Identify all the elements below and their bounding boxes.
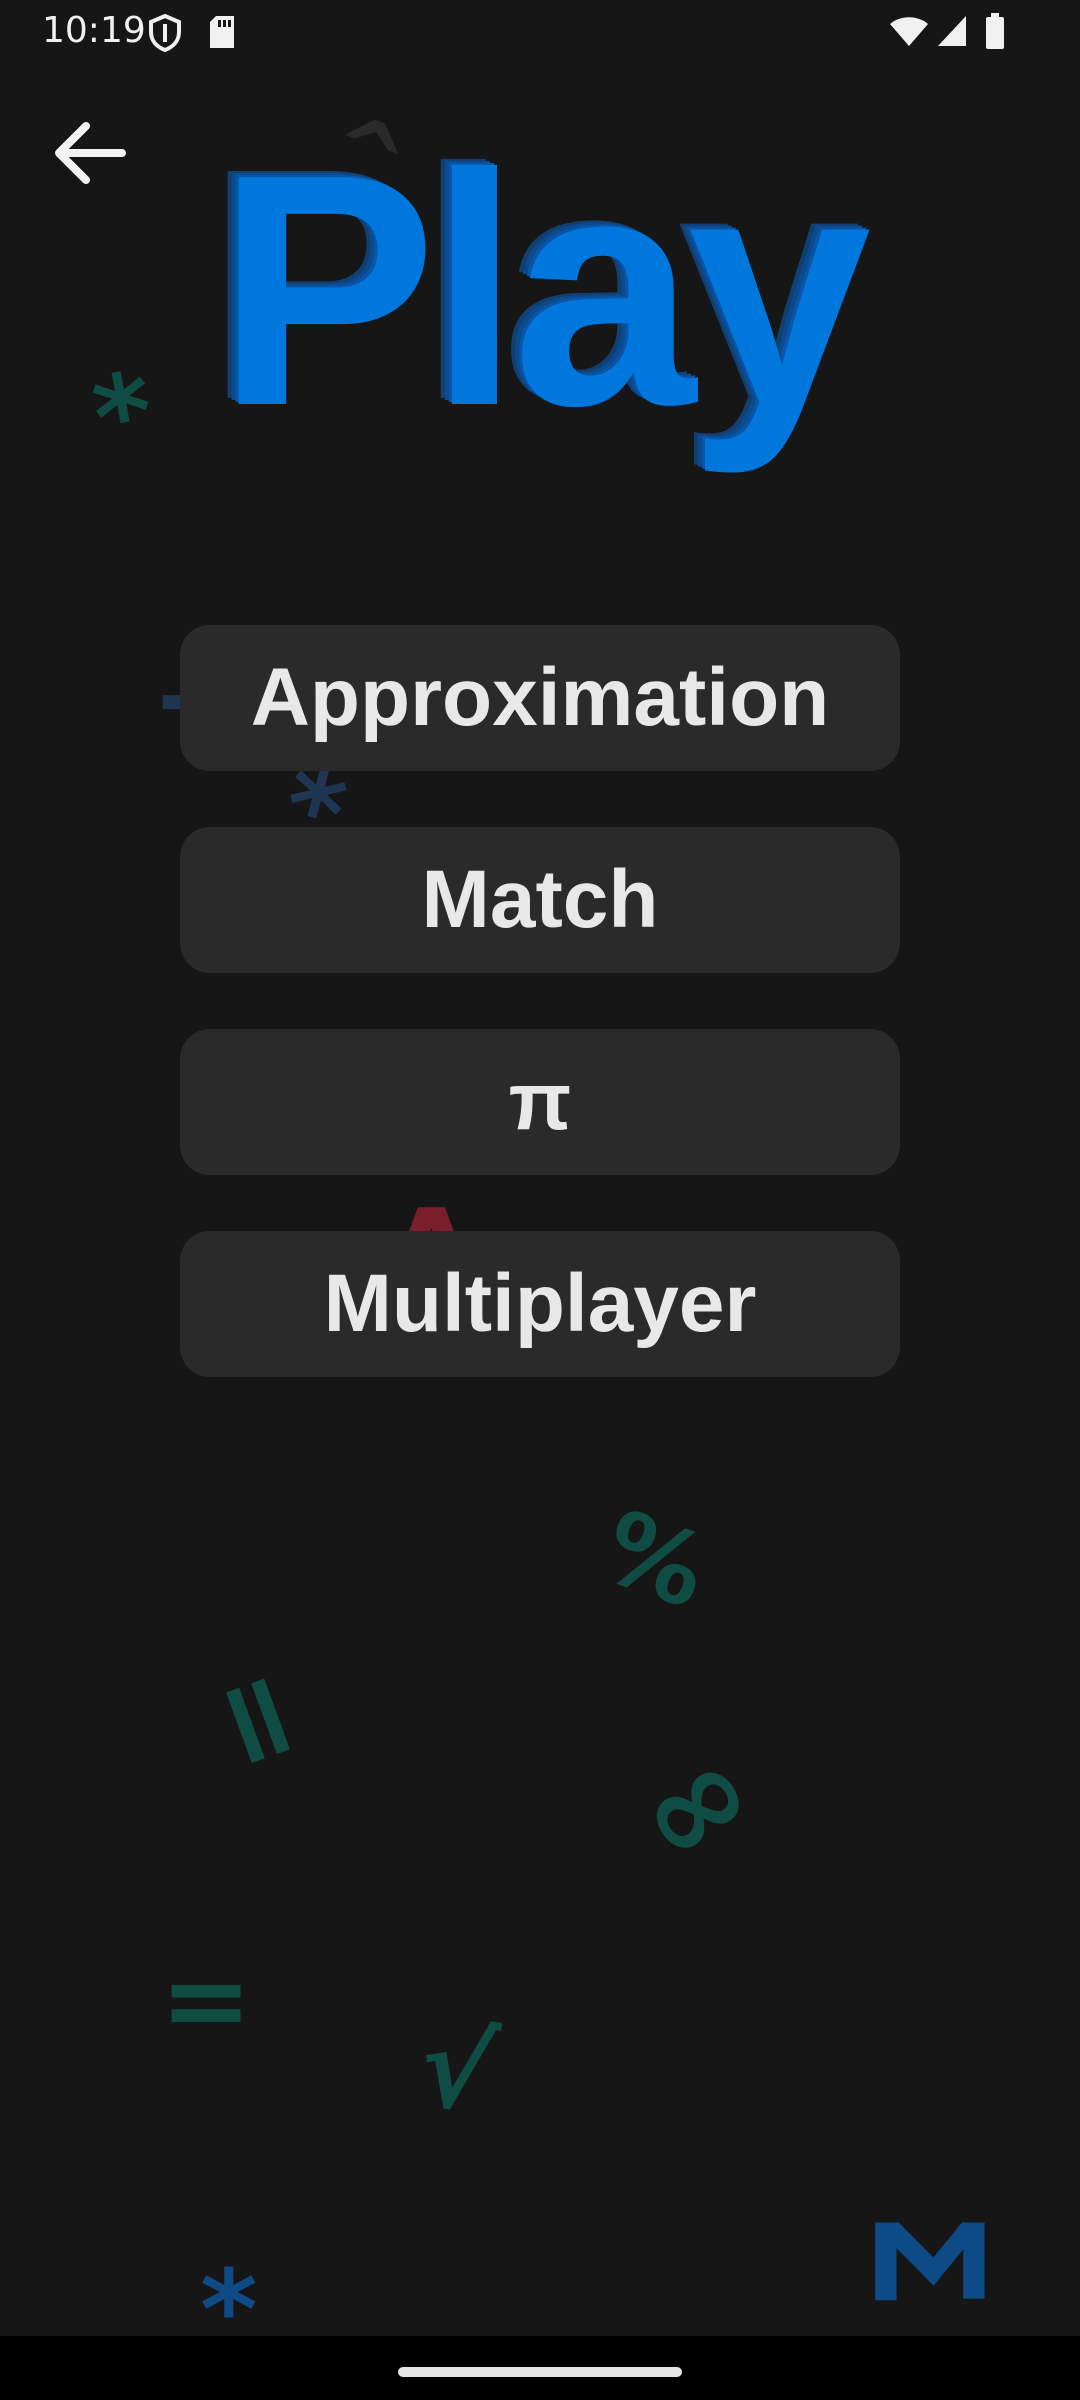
bg-symbol-sigma: Σ <box>839 2208 1014 2312</box>
page-title: Play <box>216 105 872 474</box>
bg-symbol-equals-3: = <box>160 1936 253 2064</box>
bg-symbol-equals-2: = <box>178 1648 344 1791</box>
bg-symbol-root: √ <box>409 2000 504 2140</box>
bg-symbol-infinity: ∞ <box>606 1711 783 1899</box>
status-time: 10:19 <box>42 10 146 51</box>
game-mode-menu: Approximation Match π Multiplayer <box>180 625 900 1377</box>
battery-icon <box>984 12 1006 55</box>
status-bar: 10:19 <box>0 0 1080 62</box>
match-button[interactable]: Match <box>180 827 900 973</box>
approximation-button[interactable]: Approximation <box>180 625 900 771</box>
cell-signal-icon <box>936 14 968 53</box>
sd-card-icon <box>208 14 236 55</box>
multiplayer-button[interactable]: Multiplayer <box>180 1231 900 1377</box>
pi-button[interactable]: π <box>180 1029 900 1175</box>
shield-icon <box>148 13 182 57</box>
home-indicator[interactable] <box>398 2367 682 2377</box>
wifi-icon <box>888 14 930 53</box>
bg-symbol-percent: % <box>588 1487 723 1632</box>
